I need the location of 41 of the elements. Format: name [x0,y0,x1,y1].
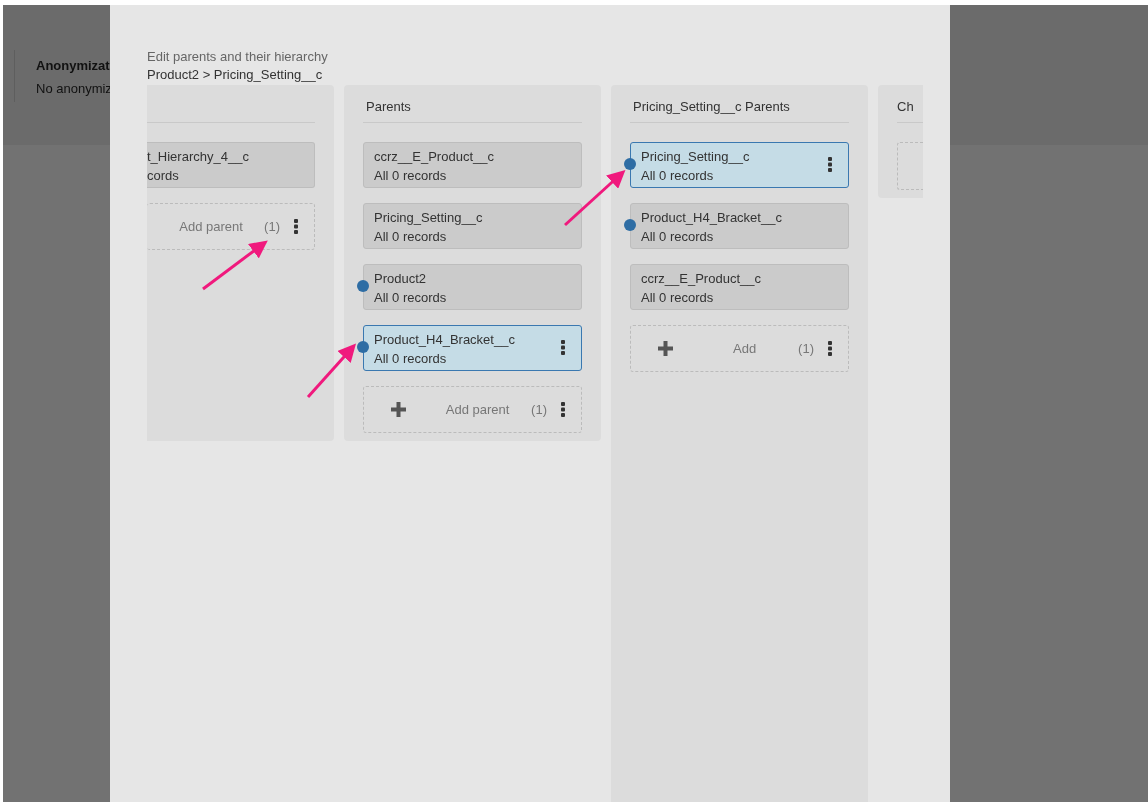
more-options-icon[interactable] [561,402,565,417]
object-card[interactable]: t_Hierarchy_4__c cords [147,142,315,188]
more-options-icon[interactable] [828,157,832,172]
column-title: Parents [365,99,411,114]
record-count: All 0 records [374,289,447,307]
object-card[interactable]: Product_H4_Bracket__c All 0 records [630,203,849,249]
record-count: All 0 records [641,289,714,307]
object-name: ccrz__E_Product__c [641,270,761,288]
record-count: All 0 records [641,167,714,185]
object-card[interactable]: Pricing_Setting__c All 0 records [363,203,582,249]
column-title: Ch [897,98,914,114]
breadcrumb: Product2 > Pricing_Setting__c [147,67,324,82]
object-card[interactable]: Product2 All 0 records [363,264,582,310]
plus-icon [391,402,406,417]
section-title: Anonymizat [36,58,111,73]
annotation-arrow [564,169,626,227]
object-card[interactable]: ccrz__E_Product__c All 0 records [630,264,849,310]
more-options-icon[interactable] [561,340,565,355]
object-name: Product_H4_Bracket__c [641,209,782,227]
object-card[interactable]: Product_H4_Bracket__c All 0 records [363,325,582,371]
object-name: Product2 [374,270,427,288]
record-count: All 0 records [641,228,714,246]
more-options-icon[interactable] [294,219,298,234]
record-count: All 0 records [374,350,447,368]
object-card[interactable]: ccrz__E_Product__c All 0 records [363,142,582,188]
column-title: Pricing_Setting__c Parents [632,99,790,114]
section-text: No anonymiz [36,81,112,96]
annotation-arrow [202,240,268,291]
dialog-subtitle: Edit parents and their hierarchy [147,49,329,64]
record-count: All 0 records [374,228,447,246]
record-count: All 0 records [374,167,447,185]
object-card[interactable]: Pricing_Setting__c All 0 records [630,142,849,188]
record-count: cords [147,167,179,185]
annotation-arrow [306,343,356,398]
plus-icon [658,341,673,356]
object-name: Product_H4_Bracket__c [374,331,515,349]
more-options-icon[interactable] [828,341,832,356]
object-name: Pricing_Setting__c [374,209,483,227]
object-name: ccrz__E_Product__c [374,148,494,166]
object-name: Pricing_Setting__c [641,148,750,166]
object-name: t_Hierarchy_4__c [147,148,249,166]
